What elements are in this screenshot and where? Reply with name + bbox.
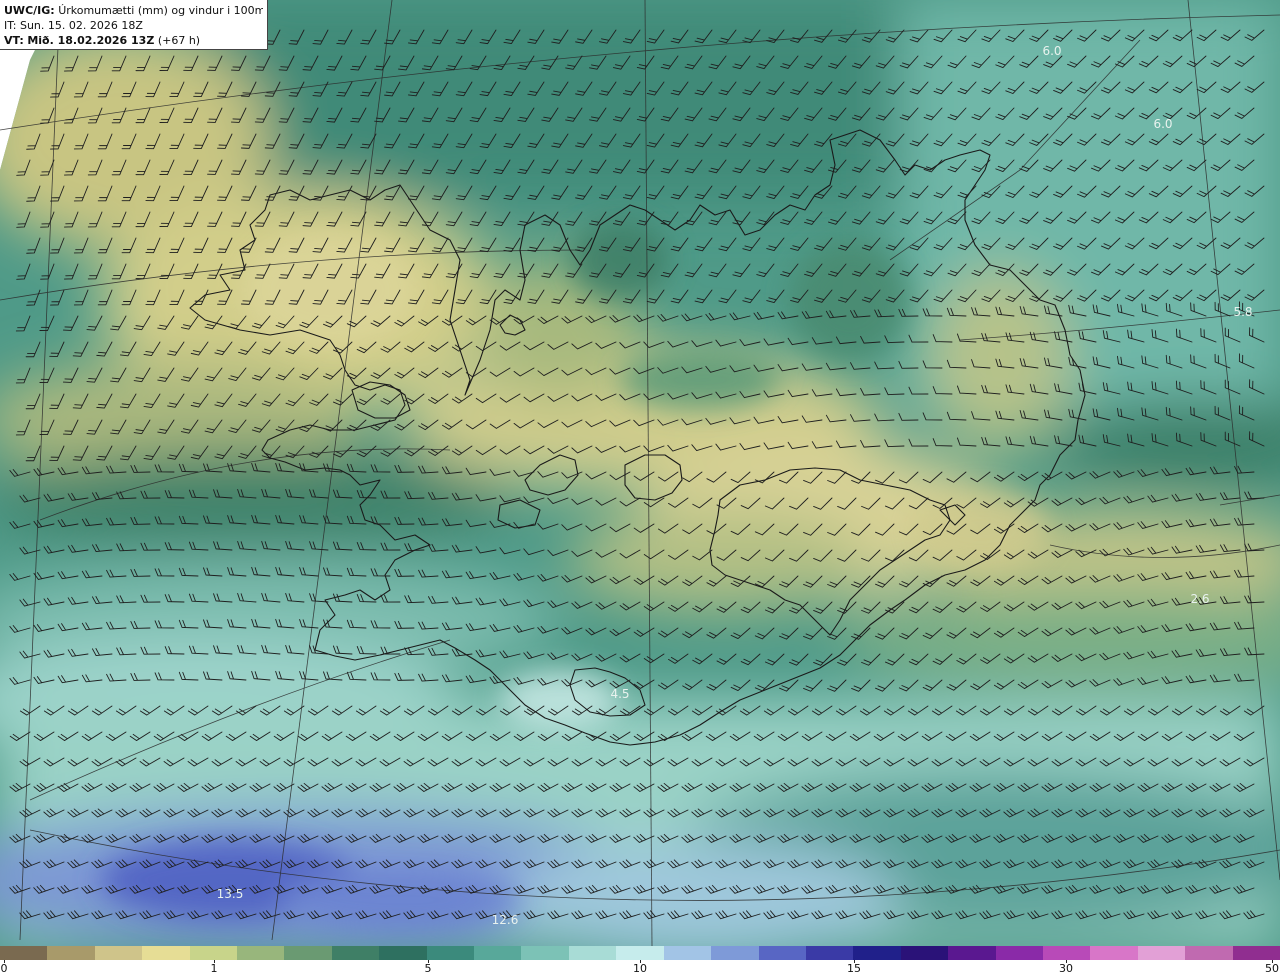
- colorbar-segment: [1185, 946, 1233, 960]
- precip-label-south-bottom: 12.6: [492, 913, 519, 927]
- colorbar-segment: [94, 946, 143, 960]
- colorbar-segment: [521, 946, 569, 960]
- colorbar-segment: [711, 946, 759, 960]
- colorbar-segment: [663, 946, 712, 960]
- colorbar-segment: [758, 946, 806, 960]
- colorbar-segment: [379, 946, 427, 960]
- colorbar-segment: [853, 946, 901, 960]
- valid-time-row: VT: Mið. 18.02.2026 13Z (+67 h): [4, 33, 263, 48]
- init-time: IT: Sun. 15. 02. 2026 18Z: [4, 19, 143, 32]
- colorbar-segment: [331, 946, 380, 960]
- colorbar-tick-label: 5: [424, 962, 432, 975]
- forecast-map: 6.0 6.0 5.8 2.6 4.5 13.5 12.6: [0, 0, 1280, 947]
- colorbar-segment: [284, 946, 332, 960]
- colorbar-segment: [47, 946, 95, 960]
- colorbar: 0 1 5 10 15 30 50: [0, 946, 1280, 978]
- colorbar-tick-label: 1: [210, 962, 218, 975]
- precip-label-south-west: 13.5: [217, 887, 244, 901]
- colorbar-segment: [0, 946, 48, 960]
- colorbar-segment: [900, 946, 949, 960]
- colorbar-segment: [426, 946, 475, 960]
- colorbar-ticks: 0 1 5 10 15 30 50: [0, 960, 1280, 978]
- colorbar-segment: [237, 946, 285, 960]
- precip-label-north-coast: 6.0: [1153, 117, 1172, 131]
- colorbar-segment: [616, 946, 664, 960]
- colorbar-strip: [0, 946, 1280, 960]
- colorbar-segment: [948, 946, 996, 960]
- precip-label-south: 4.5: [610, 687, 629, 701]
- field-title: Úrkomumætti (mm) og vindur i 100m hæð: [58, 4, 263, 17]
- colorbar-segment: [1090, 946, 1138, 960]
- colorbar-tick-label: 30: [1059, 962, 1073, 975]
- colorbar-tick-label: 10: [633, 962, 647, 975]
- lead-time: (+67 h): [157, 34, 201, 47]
- colorbar-segment: [805, 946, 854, 960]
- precip-label-east: 5.8: [1233, 305, 1252, 319]
- colorbar-segment: [189, 946, 238, 960]
- colorbar-segment: [142, 946, 190, 960]
- valid-time: Mið. 18.02.2026 13Z: [27, 34, 155, 47]
- colorbar-tick-label: 50: [1265, 962, 1279, 975]
- colorbar-segment: [1232, 946, 1280, 960]
- model-code: UWC/IG:: [4, 4, 55, 17]
- colorbar-segment: [474, 946, 522, 960]
- colorbar-segment: [1137, 946, 1186, 960]
- precip-label-north-east: 6.0: [1042, 44, 1061, 58]
- colorbar-tick-label: 0: [0, 962, 8, 975]
- colorbar-segment: [568, 946, 617, 960]
- colorbar-tick-label: 15: [847, 962, 861, 975]
- valid-label: VT:: [4, 34, 24, 47]
- colorbar-segment: [995, 946, 1043, 960]
- colorbar-segment: [1042, 946, 1091, 960]
- info-title-row: UWC/IG: Úrkomumætti (mm) og vindur i 100…: [4, 3, 263, 18]
- forecast-info-box: UWC/IG: Úrkomumætti (mm) og vindur i 100…: [0, 0, 268, 50]
- precip-label-south-east: 2.6: [1190, 592, 1209, 606]
